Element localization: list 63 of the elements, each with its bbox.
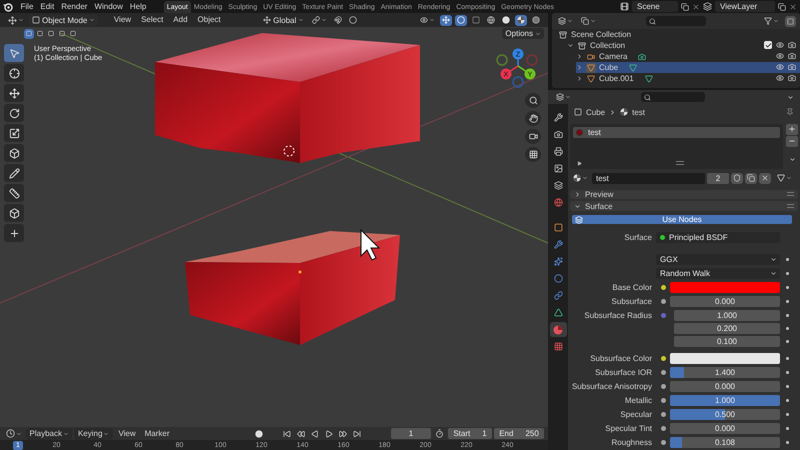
menu-item[interactable]: Render: [58, 0, 91, 12]
number-slider[interactable]: 1.000: [670, 394, 780, 406]
scene-field[interactable]: Scene: [632, 1, 678, 12]
menu-item[interactable]: Window: [90, 0, 126, 12]
number-slider[interactable]: 0.500: [670, 408, 780, 420]
number-slider[interactable]: 1.400: [670, 366, 780, 378]
property-label: Specular Tint: [604, 424, 653, 432]
property-label: Surface: [623, 232, 653, 242]
menu-dropdown[interactable]: Playback: [26, 428, 72, 440]
menu-dropdown[interactable]: Keying: [74, 428, 113, 440]
breadcrumb-item[interactable]: test: [632, 108, 646, 117]
orientation-dropdown[interactable]: Global: [260, 14, 308, 26]
menu-item[interactable]: Edit: [36, 0, 58, 12]
outliner-label: Scene Collection: [571, 30, 632, 39]
outliner-label: Camera: [599, 52, 628, 61]
start-frame-field[interactable]: Start 1: [448, 428, 492, 439]
property-label: Metallic: [624, 396, 653, 404]
menu-item[interactable]: Select: [138, 14, 167, 26]
number-slider[interactable]: 0.000: [670, 422, 780, 434]
property-label: Subsurface IOR: [594, 368, 653, 376]
number-field[interactable]: 1.000: [674, 310, 780, 320]
outliner-row[interactable]: Camera: [576, 51, 800, 62]
property-label: Base Color: [611, 282, 653, 292]
user-count-field[interactable]: 2: [707, 172, 729, 184]
dropdown[interactable]: GGX: [656, 254, 780, 264]
menu-item[interactable]: File: [17, 0, 37, 12]
outliner-row[interactable]: Cube.001: [576, 73, 800, 84]
outliner-label: Cube: [599, 63, 618, 72]
property-label: Specular: [619, 410, 653, 418]
number-slider[interactable]: 0.000: [670, 296, 780, 306]
number-slider[interactable]: 0.108: [670, 436, 780, 448]
property-label: Subsurface Anisotropy: [570, 382, 653, 390]
outliner-label: Cube.001: [599, 74, 634, 83]
number-field[interactable]: 0.200: [674, 322, 780, 334]
outliner-row[interactable]: Scene Collection: [558, 29, 800, 40]
menu-item[interactable]: Help: [126, 0, 150, 12]
outliner-row[interactable]: Collection: [567, 40, 800, 51]
property-label: Subsurface Color: [589, 354, 653, 362]
options-dropdown[interactable]: Options: [502, 28, 544, 39]
menu-item[interactable]: Add: [170, 14, 192, 26]
property-label: Roughness: [610, 438, 653, 446]
end-frame-field[interactable]: End 250: [494, 428, 544, 439]
material-slot[interactable]: test: [573, 126, 780, 138]
breadcrumb-item[interactable]: Cube: [586, 108, 606, 117]
current-frame-field[interactable]: 1: [391, 428, 431, 439]
menu-item[interactable]: Object: [194, 14, 224, 26]
use-nodes-button[interactable]: Use Nodes: [572, 215, 792, 224]
number-slider[interactable]: 0.000: [670, 380, 780, 392]
menu-item[interactable]: View: [114, 428, 140, 440]
outliner-row[interactable]: Cube: [576, 62, 800, 73]
panel-header[interactable]: Surface: [570, 201, 798, 211]
dropdown[interactable]: Random Walk: [656, 268, 780, 278]
mode-dropdown[interactable]: Object Mode: [29, 14, 98, 26]
menu-item[interactable]: Marker: [141, 428, 174, 440]
outliner-label: Collection: [590, 41, 626, 50]
view-layer-field[interactable]: ViewLayer: [715, 1, 775, 12]
number-field[interactable]: 0.100: [674, 336, 780, 346]
shader-field[interactable]: Principled BSDF: [656, 232, 780, 242]
panel-header[interactable]: Preview: [570, 190, 798, 200]
property-label: Subsurface Radius: [583, 310, 653, 320]
material-name-field[interactable]: test: [592, 172, 705, 184]
menu-item[interactable]: View: [110, 14, 135, 26]
property-label: Subsurface: [610, 296, 653, 306]
